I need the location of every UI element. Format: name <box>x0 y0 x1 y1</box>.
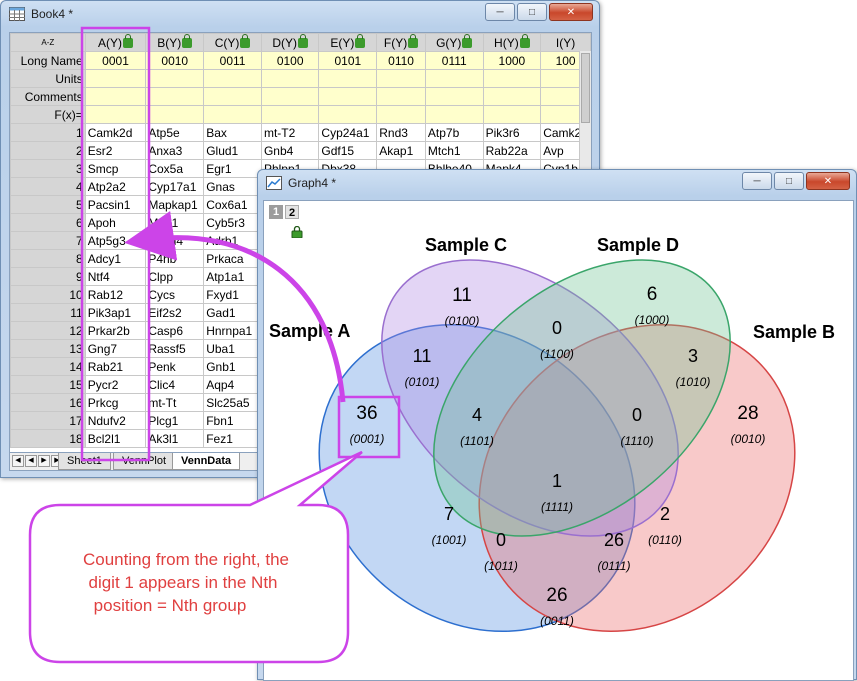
region-count-cd: 0 <box>552 318 562 338</box>
set-label-d: Sample D <box>597 235 679 255</box>
region-count-bc: 2 <box>660 504 670 524</box>
region-code-abd: (1011) <box>484 559 518 573</box>
region-code-abcd: (1111) <box>541 500 573 514</box>
region-code-db: (1010) <box>676 375 711 389</box>
set-label-a: Sample A <box>269 321 350 341</box>
region-code-bc: (0110) <box>648 533 682 547</box>
callout-line-1: Counting from the right, the <box>83 550 289 569</box>
region-count-a: 36 <box>356 403 377 424</box>
region-code-cd: (1100) <box>540 347 574 361</box>
region-count-c: 11 <box>452 285 472 306</box>
region-code-c: (0100) <box>445 314 480 328</box>
region-count-acd: 4 <box>472 405 482 425</box>
region-count-bcd: 0 <box>632 405 642 425</box>
region-count-d: 6 <box>647 284 658 305</box>
region-code-bcd: (1110) <box>621 434 654 448</box>
region-code-d: (1000) <box>635 313 670 327</box>
region-count-ad: 7 <box>444 504 454 524</box>
column-a-highlight <box>80 26 151 462</box>
venn-overlay: Sample A Sample B Sample C Sample D 36(0… <box>28 26 835 664</box>
region-count-abc: 26 <box>604 530 624 550</box>
region-code-acd: (1101) <box>460 434 494 448</box>
region-count-abcd: 1 <box>552 471 562 491</box>
region-count-b: 28 <box>737 403 758 424</box>
highlight-arrow <box>124 211 346 403</box>
region-count-ab: 26 <box>546 585 567 606</box>
region-code-b: (0010) <box>731 432 766 446</box>
region-count-abd: 0 <box>496 530 506 550</box>
set-label-c: Sample C <box>425 235 507 255</box>
callout-line-3: position = Nth group <box>94 596 247 615</box>
callout-line-2: digit 1 appears in the Nth <box>88 573 277 592</box>
set-label-b: Sample B <box>753 322 835 342</box>
region-code-ca: (0101) <box>405 375 440 389</box>
region-count-ca: 11 <box>413 346 432 366</box>
region-count-db: 3 <box>688 346 698 366</box>
region-code-ab: (0011) <box>540 614 574 628</box>
region-code-a: (0001) <box>350 432 385 446</box>
region-code-abc: (0111) <box>598 559 631 573</box>
region-code-ad: (1001) <box>432 533 467 547</box>
